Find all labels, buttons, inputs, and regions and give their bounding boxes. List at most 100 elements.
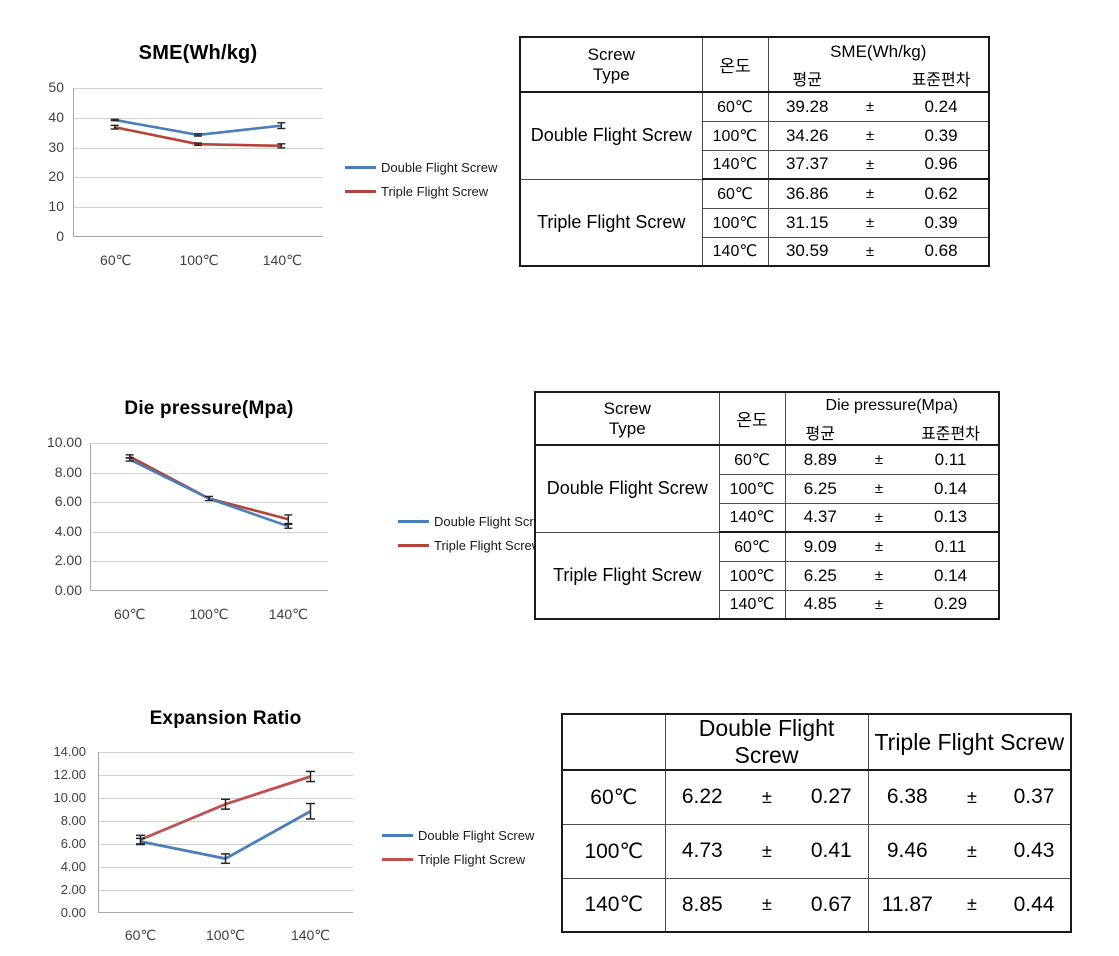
table-expansion-ratio: Double Flight Screw Triple Flight Screw … xyxy=(561,713,1073,933)
cell-sd: 0.11 xyxy=(903,531,1001,562)
chart-title-sme: SME(Wh/kg) xyxy=(138,42,258,64)
cell-triple-pm: ± xyxy=(946,769,998,825)
cell-pm: ± xyxy=(846,120,894,151)
y-tick-label: 10.00 xyxy=(46,434,82,450)
cell-pm: ± xyxy=(846,207,894,238)
y-tick-label: 8.00 xyxy=(60,813,86,828)
cell-pm: ± xyxy=(846,91,894,122)
legend-swatch-double xyxy=(345,166,376,169)
legend-die: Double Flight Screw Triple Flight Screw xyxy=(398,514,550,562)
table-header-row: Double Flight Screw Triple Flight Screw xyxy=(561,713,1073,771)
x-tick-label: 140℃ xyxy=(262,252,302,268)
cell-triple-mean: 9.46 xyxy=(867,823,946,879)
legend-label-triple: Triple Flight Screw xyxy=(418,852,526,867)
y-tick-label: 10 xyxy=(48,198,64,215)
series-lines-die xyxy=(125,454,293,529)
cell-temp: 60℃ xyxy=(718,531,786,562)
header-screw-type: Screw Type xyxy=(519,36,703,93)
header-mean: 평균 xyxy=(784,419,855,446)
group-name-triple: Triple Flight Screw xyxy=(519,178,703,267)
table-row: 60℃ 6.22 ± 0.27 6.38 ± 0.37 xyxy=(561,769,1073,825)
legend-item-double: Double Flight Screw xyxy=(382,828,534,843)
legend-swatch-triple xyxy=(382,858,413,861)
y-tick-label: 10.00 xyxy=(53,790,86,805)
legend-item-triple: Triple Flight Screw xyxy=(345,184,497,199)
y-tick-label: 2.00 xyxy=(54,552,82,569)
cell-temp: 140℃ xyxy=(718,502,786,533)
y-tick-label: 30 xyxy=(48,138,64,155)
header-temp: 온도 xyxy=(718,391,786,446)
cell-double-pm: ± xyxy=(739,769,795,825)
cell-sd: 0.39 xyxy=(894,120,991,151)
table-header-row: Screw Type 온도 SME(Wh/kg) xyxy=(519,36,991,93)
series-lines-expansion xyxy=(136,770,315,865)
cell-temp: 140℃ xyxy=(701,236,769,267)
header-pm-spacer xyxy=(846,65,894,93)
cell-temp: 60℃ xyxy=(718,444,786,475)
chart-title-die: Die pressure(Mpa) xyxy=(124,398,294,419)
cell-pm: ± xyxy=(855,589,903,620)
cell-temp: 100℃ xyxy=(701,120,769,151)
cell-triple-pm: ± xyxy=(946,877,998,933)
cell-temp: 140℃ xyxy=(718,589,786,620)
header-screw-type-line1: Screw xyxy=(587,45,635,65)
cell-mean: 4.37 xyxy=(784,502,855,533)
plot-area-die xyxy=(90,443,328,591)
cell-pm: ± xyxy=(855,444,903,475)
cell-mean: 4.85 xyxy=(784,589,855,620)
cell-double-mean: 4.73 xyxy=(664,823,739,879)
cell-double-sd: 0.41 xyxy=(795,823,869,879)
cell-sd: 0.14 xyxy=(903,560,1001,591)
chart-title-expansion: Expansion Ratio xyxy=(149,708,302,729)
table-row: Triple Flight Screw 60℃ 36.86 ± 0.62 xyxy=(519,178,991,267)
cell-temp: 100℃ xyxy=(718,473,786,504)
x-tick-label: 100℃ xyxy=(189,606,229,622)
y-tick-label: 8.00 xyxy=(54,463,82,480)
cell-temp: 100℃ xyxy=(701,207,769,238)
group-name-double: Double Flight Screw xyxy=(519,91,703,180)
legend-swatch-double xyxy=(382,834,413,837)
cell-double-sd: 0.27 xyxy=(795,769,869,825)
header-screw-type: Screw Type xyxy=(534,391,720,446)
legend-swatch-triple xyxy=(345,190,376,193)
y-tick-label: 2.00 xyxy=(60,882,86,897)
y-tick-label: 4.00 xyxy=(60,859,86,874)
y-tick-label: 0 xyxy=(56,228,64,244)
cell-pm: ± xyxy=(855,560,903,591)
cell-pm: ± xyxy=(846,236,894,267)
cell-temp: 140℃ xyxy=(701,149,769,180)
y-tick-label: 6.00 xyxy=(54,493,82,510)
table-row: 100℃ 4.73 ± 0.41 9.46 ± 0.43 xyxy=(561,823,1073,879)
cell-double-mean: 8.85 xyxy=(664,877,739,933)
y-tick-label: 6.00 xyxy=(60,836,86,851)
legend-label-double: Double Flight Screw xyxy=(418,828,535,843)
cell-triple-mean: 11.87 xyxy=(867,877,946,933)
header-metric: Die pressure(Mpa) xyxy=(784,391,1001,419)
cell-triple-pm: ± xyxy=(946,823,998,879)
x-tick-label: 100℃ xyxy=(179,252,219,268)
legend-item-triple: Triple Flight Screw xyxy=(398,538,550,553)
cell-sd: 0.14 xyxy=(903,473,1001,504)
y-tick-label: 50 xyxy=(48,79,64,95)
header-screw-type-line2: Type xyxy=(608,418,646,438)
legend-label-double: Double Flight Screw xyxy=(381,160,498,175)
header-screw-type-line2: Type xyxy=(592,64,630,84)
table-row: 140℃ 8.85 ± 0.67 11.87 ± 0.44 xyxy=(561,877,1073,933)
cell-pm: ± xyxy=(855,473,903,504)
series-line-double xyxy=(140,810,312,861)
x-tick-label: 60℃ xyxy=(124,927,157,943)
cell-sd: 0.29 xyxy=(903,589,1001,620)
header-metric: SME(Wh/kg) xyxy=(767,36,991,65)
cell-mean: 37.37 xyxy=(767,149,846,180)
y-tick-label: 0.00 xyxy=(60,905,86,920)
table-row: Double Flight Screw 60℃ 8.89 ± 0.11 xyxy=(534,444,1001,533)
y-tick-label: 14.00 xyxy=(53,744,86,759)
x-tick-label: 60℃ xyxy=(114,606,146,622)
cell-pm: ± xyxy=(846,178,894,209)
cell-mean: 39.28 xyxy=(767,91,846,122)
cell-triple-sd: 0.43 xyxy=(998,823,1073,879)
header-temp: 온도 xyxy=(701,36,769,93)
series-lines-sme xyxy=(110,118,286,149)
cell-sd: 0.24 xyxy=(894,91,991,122)
header-sd: 표준편차 xyxy=(903,419,1001,446)
